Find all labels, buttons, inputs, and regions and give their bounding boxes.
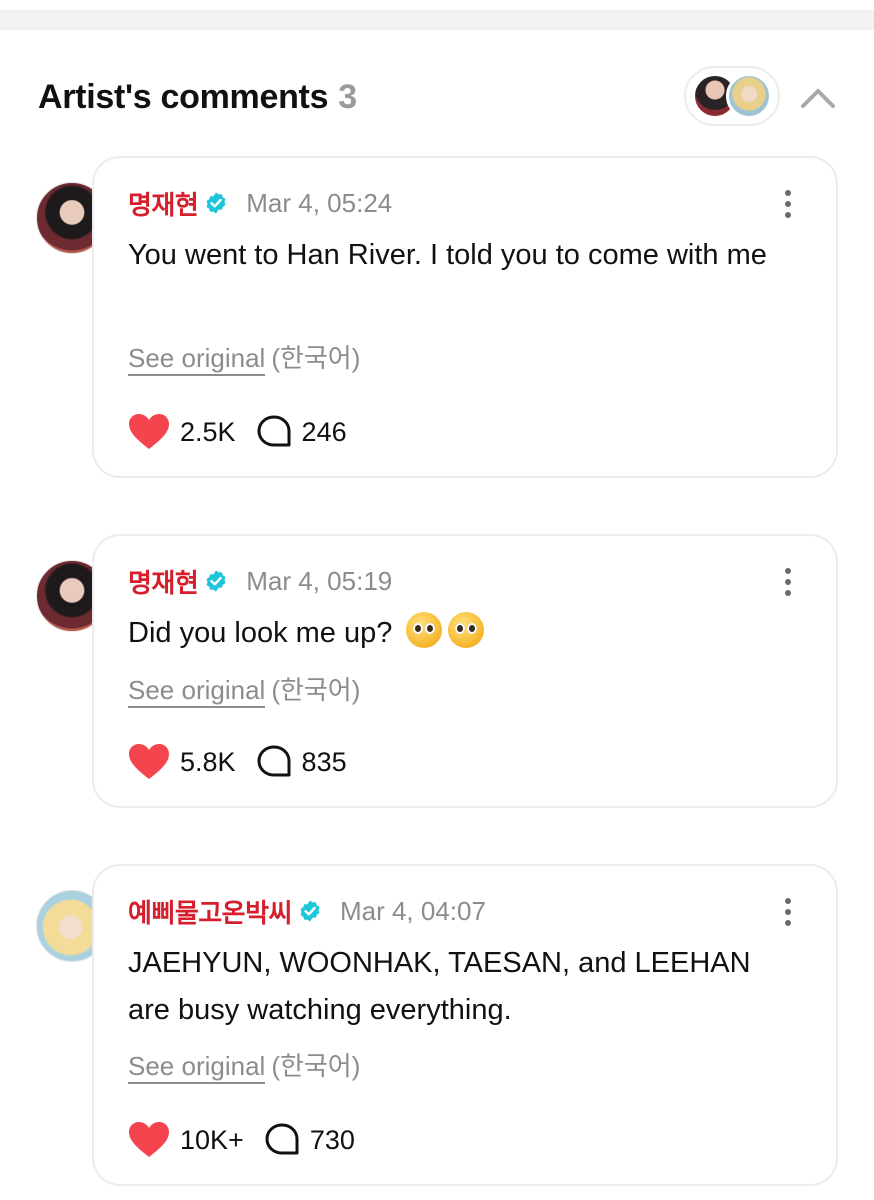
like-count: 5.8K — [180, 746, 236, 777]
see-original-link[interactable]: See original — [128, 343, 266, 376]
like-count: 10K+ — [180, 1124, 244, 1155]
comment-actions: 10K+ 730 — [128, 1120, 355, 1160]
see-original-row: See original (한국어) — [128, 338, 361, 376]
more-dots-icon — [785, 190, 791, 196]
original-language: (한국어) — [271, 675, 361, 705]
timestamp: Mar 4, 05:24 — [246, 187, 393, 218]
pleading-face-emoji-icon — [448, 612, 485, 648]
original-language: (한국어) — [271, 343, 361, 373]
timestamp: Mar 4, 04:07 — [339, 895, 486, 926]
artist-avatar — [726, 73, 772, 119]
artist-avatar-stack[interactable] — [684, 66, 780, 126]
more-dots-icon — [785, 568, 791, 574]
section-divider — [0, 10, 874, 30]
comment-header: 명재현 Mar 4, 05:24 — [128, 186, 392, 220]
collapse-button[interactable] — [798, 78, 838, 118]
heart-icon[interactable] — [128, 413, 170, 451]
see-original-link[interactable]: See original — [128, 675, 266, 708]
reply-count: 835 — [301, 746, 347, 777]
reply-icon[interactable] — [264, 1122, 300, 1158]
verified-badge-icon — [206, 570, 226, 592]
comment-text: You went to Han River. I told you to com… — [128, 239, 767, 271]
author-name[interactable]: 명재현 — [128, 563, 199, 600]
verified-badge-icon — [300, 900, 320, 922]
heart-icon[interactable] — [128, 1121, 170, 1159]
more-dots-icon — [785, 898, 791, 904]
comment-header: 예삐물고온박씨 Mar 4, 04:07 — [128, 894, 486, 928]
comment-count: 3 — [338, 78, 357, 116]
like-count: 2.5K — [180, 416, 236, 447]
comment-actions: 2.5K 246 — [128, 412, 347, 452]
reply-count: 730 — [309, 1124, 355, 1155]
see-original-row: See original (한국어) — [128, 670, 361, 708]
comment-card: 명재현 Mar 4, 05:24 You went to Han River. … — [92, 156, 838, 478]
more-options-button[interactable] — [776, 892, 800, 932]
comment-header: 명재현 Mar 4, 05:19 — [128, 564, 392, 598]
section-title: Artist's comments 3 — [38, 78, 357, 116]
author-name[interactable]: 명재현 — [128, 185, 199, 222]
timestamp: Mar 4, 05:19 — [246, 565, 393, 596]
more-options-button[interactable] — [776, 184, 800, 224]
artist-comments-header: Artist's comments 3 — [38, 66, 838, 126]
see-original-row: See original (한국어) — [128, 1046, 361, 1084]
heart-icon[interactable] — [128, 743, 170, 781]
pleading-face-emoji-icon — [406, 612, 443, 648]
comment-actions: 5.8K 835 — [128, 742, 347, 782]
comment-text: JAEHYUN, WOONHAK, TAESAN, and LEEHAN are… — [128, 947, 751, 1026]
author-name[interactable]: 예삐물고온박씨 — [128, 893, 292, 930]
comment-text-row: Did you look me up? — [128, 610, 788, 657]
reply-count: 246 — [301, 416, 347, 447]
see-original-link[interactable]: See original — [128, 1051, 266, 1084]
more-options-button[interactable] — [776, 562, 800, 602]
original-language: (한국어) — [271, 1051, 361, 1081]
verified-badge-icon — [206, 192, 226, 214]
reply-icon[interactable] — [256, 744, 292, 780]
comment-card: 예삐물고온박씨 Mar 4, 04:07 JAEHYUN, WOONHAK, T… — [92, 864, 838, 1186]
comment-card: 명재현 Mar 4, 05:19 Did you look me up? See… — [92, 534, 838, 808]
chevron-up-icon — [801, 89, 835, 108]
reply-icon[interactable] — [256, 414, 292, 450]
comment-text: Did you look me up? — [128, 617, 393, 649]
